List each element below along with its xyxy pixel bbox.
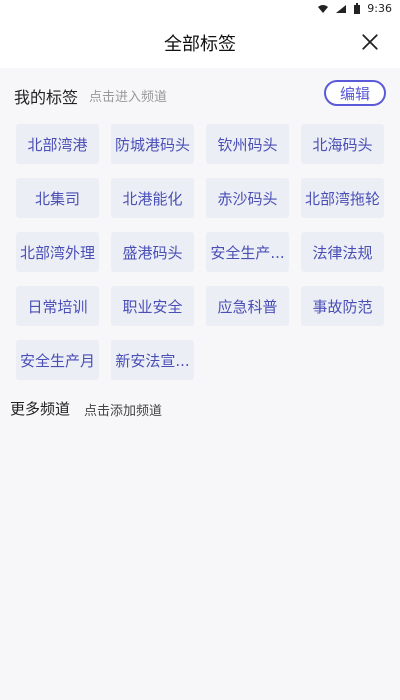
my-tags-title: 我的标签 <box>14 88 79 107</box>
status-icons: 9:36 <box>317 2 392 15</box>
tag-item[interactable]: 赤沙码头 <box>206 178 289 218</box>
tag-item[interactable]: 防城港码头 <box>111 124 194 164</box>
status-time: 9:36 <box>367 2 392 15</box>
tag-item[interactable]: 北集司 <box>16 178 99 218</box>
tag-item[interactable]: 北部湾拖轮 <box>301 178 384 218</box>
wifi-icon <box>317 4 329 14</box>
page-title: 全部标签 <box>164 34 236 55</box>
tag-item[interactable]: 安全生产... <box>206 232 289 272</box>
my-tags-grid: 北部湾港 防城港码头 钦州码头 北海码头 北集司 北港能化 赤沙码头 北部湾拖轮… <box>16 124 384 380</box>
tag-item[interactable]: 钦州码头 <box>206 124 289 164</box>
tag-item[interactable]: 北港能化 <box>111 178 194 218</box>
tag-item[interactable]: 日常培训 <box>16 286 99 326</box>
more-channels-header: 更多频道 点击添加频道 <box>10 398 386 422</box>
more-channels-title: 更多频道 <box>10 400 71 418</box>
tag-item[interactable]: 北部湾外理 <box>16 232 99 272</box>
battery-icon <box>353 2 361 15</box>
tag-item[interactable]: 应急科普 <box>206 286 289 326</box>
tag-item[interactable]: 事故防范 <box>301 286 384 326</box>
tag-item[interactable]: 法律法规 <box>301 232 384 272</box>
close-icon <box>362 34 378 50</box>
tag-item[interactable]: 北部湾港 <box>16 124 99 164</box>
my-tags-hint: 点击进入频道 <box>89 90 168 105</box>
edit-button[interactable]: 编辑 <box>324 80 386 106</box>
tag-item[interactable]: 北海码头 <box>301 124 384 164</box>
signal-icon <box>335 4 347 14</box>
close-button[interactable] <box>358 30 382 54</box>
tag-item[interactable]: 盛港码头 <box>111 232 194 272</box>
more-channels-hint: 点击添加频道 <box>84 404 163 419</box>
page-header: 全部标签 <box>0 18 400 68</box>
tag-item[interactable]: 新安法宣... <box>111 340 194 380</box>
tags-content: 我的标签 点击进入频道 编辑 北部湾港 防城港码头 钦州码头 北海码头 北集司 … <box>0 68 400 700</box>
tag-item[interactable]: 职业安全 <box>111 286 194 326</box>
tag-item[interactable]: 安全生产月 <box>16 340 99 380</box>
status-bar: 9:36 <box>0 0 400 18</box>
my-tags-header: 我的标签 点击进入频道 编辑 <box>14 80 386 110</box>
